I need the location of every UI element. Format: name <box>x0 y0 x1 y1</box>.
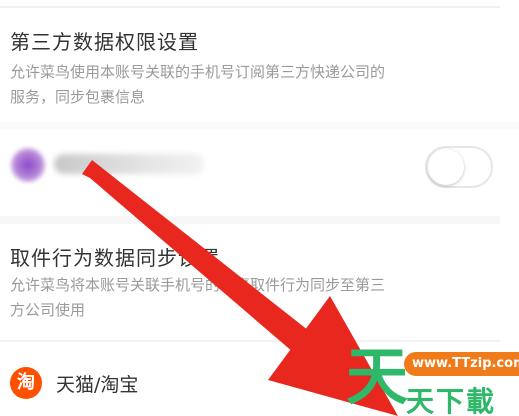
top-divider <box>0 6 500 8</box>
settings-page: 第三方数据权限设置 允许菜鸟使用本账号关联的手机号订阅第三方快递公司的服务，同步… <box>0 0 519 416</box>
blurred-avatar <box>11 148 45 182</box>
section-gap <box>0 122 519 130</box>
watermark-name: 天下載 <box>406 385 497 416</box>
pickup-title: 取件行为数据同步设置 <box>10 246 220 270</box>
watermark-url: www.TTzip.com <box>404 352 519 376</box>
third-party-description: 允许菜鸟使用本账号关联的手机号订阅第三方快递公司的服务，同步包裹信息 <box>10 63 386 106</box>
app-label: 天猫/淘宝 <box>56 374 139 396</box>
third-party-title: 第三方数据权限设置 <box>10 30 199 54</box>
taobao-icon: 淘 <box>10 367 42 399</box>
row-divider <box>0 216 500 224</box>
sync-toggle[interactable] <box>425 146 493 188</box>
blurred-name <box>54 154 204 174</box>
watermark-logo-char: 天 <box>346 340 409 413</box>
site-watermark: 天 www.TTzip.com 天下載 <box>340 342 519 416</box>
toggle-knob <box>428 149 464 185</box>
pickup-description: 允许菜鸟将本账号关联手机号的包裹取件行为同步至第三方公司使用 <box>10 276 386 319</box>
